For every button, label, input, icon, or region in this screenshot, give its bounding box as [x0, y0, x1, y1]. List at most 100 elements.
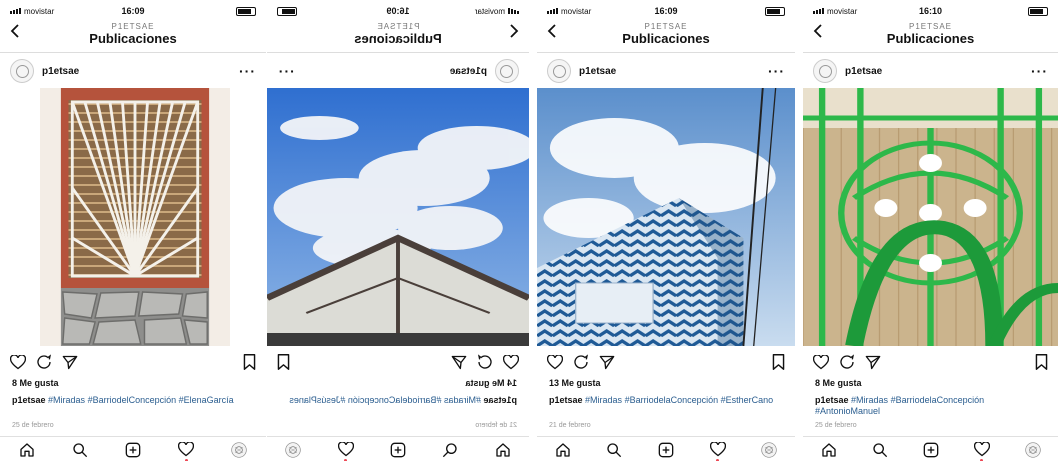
home-icon[interactable]	[821, 442, 837, 458]
post-photo[interactable]	[267, 88, 529, 346]
header-divider	[537, 52, 795, 53]
status-bar: movistar 16:09	[267, 4, 529, 18]
heart-icon[interactable]	[547, 354, 563, 370]
header-divider	[0, 52, 266, 53]
post-actions	[547, 352, 785, 372]
add-post-icon[interactable]	[390, 442, 406, 458]
paper-plane-icon[interactable]	[865, 355, 881, 370]
comment-icon[interactable]	[839, 354, 855, 370]
activity-heart-icon[interactable]	[973, 442, 990, 461]
post-caption: p1etsae #Miradas #BarriodelaConcepción #…	[549, 395, 785, 406]
more-dots-icon[interactable]: ···	[768, 63, 785, 79]
paper-plane-icon[interactable]	[62, 355, 78, 370]
profile-avatar-icon[interactable]	[761, 441, 777, 458]
nav-header: P1ETSAE Publicaciones	[0, 18, 266, 50]
avatar[interactable]	[547, 59, 571, 83]
activity-heart-icon[interactable]	[709, 442, 726, 461]
caption-username[interactable]: p1etsae	[815, 395, 849, 405]
home-icon[interactable]	[555, 442, 571, 458]
search-icon[interactable]	[606, 442, 622, 458]
more-dots-icon[interactable]: ···	[1031, 63, 1048, 79]
caption-username[interactable]: p1etsae	[483, 395, 517, 405]
bookmark-icon[interactable]	[243, 354, 256, 370]
header-subtitle: P1ETSAE	[644, 22, 688, 31]
chevron-left-icon[interactable]	[813, 24, 823, 38]
comment-icon[interactable]	[573, 354, 589, 370]
chevron-left-icon[interactable]	[509, 24, 519, 38]
post-photo[interactable]	[40, 88, 230, 346]
post-photo[interactable]	[803, 88, 1058, 346]
add-post-icon[interactable]	[923, 442, 939, 458]
search-icon[interactable]	[872, 442, 888, 458]
header-divider	[803, 52, 1058, 53]
signal-icon	[547, 7, 558, 14]
bookmark-icon[interactable]	[277, 354, 290, 370]
caption-hashtags[interactable]: #Miradas #BarriodelaConcepción #EstherCa…	[585, 395, 773, 405]
post-caption: p1etsae #Miradas #BarriodelConcepción #E…	[12, 395, 256, 406]
header-divider	[267, 52, 529, 53]
bookmark-icon[interactable]	[772, 354, 785, 370]
username[interactable]: p1etsae	[845, 66, 882, 77]
home-icon[interactable]	[19, 442, 35, 458]
battery-icon	[236, 6, 256, 16]
chevron-left-icon[interactable]	[10, 24, 20, 38]
header-subtitle: P1ETSAE	[376, 22, 420, 31]
search-icon[interactable]	[442, 442, 458, 458]
chevron-left-icon[interactable]	[547, 24, 557, 38]
carrier: movistar	[547, 7, 591, 16]
status-bar: movistar 16:09	[537, 4, 795, 18]
roof-sky-photo	[267, 88, 529, 346]
battery-icon	[765, 6, 785, 16]
activity-heart-icon[interactable]	[178, 442, 195, 461]
status-time: 16:09	[386, 6, 410, 16]
post-actions	[277, 352, 519, 372]
search-icon[interactable]	[72, 442, 88, 458]
caption-hashtags[interactable]: #Miradas #BarriodelaConcepción #JesúsPla…	[289, 395, 481, 405]
profile-avatar-icon[interactable]	[285, 441, 301, 458]
bookmark-icon[interactable]	[1035, 354, 1048, 370]
post-date: 25 de febrero	[815, 422, 857, 429]
profile-avatar-icon[interactable]	[231, 441, 248, 458]
avatar[interactable]	[10, 59, 34, 83]
header-subtitle: P1ETSAE	[908, 22, 952, 31]
profile-avatar-icon[interactable]	[1024, 441, 1041, 458]
post-header: p1etsae ···	[537, 58, 795, 84]
paper-plane-icon[interactable]	[451, 355, 467, 370]
more-dots-icon[interactable]: ···	[239, 63, 256, 79]
like-count[interactable]: 13 Me gusta	[549, 378, 601, 388]
post-photo[interactable]	[537, 88, 795, 346]
phone-screen-2: movistar 16:09 P1ETSAE Publicaciones p1e…	[267, 0, 529, 461]
add-post-icon[interactable]	[658, 442, 674, 458]
green-grille-photo	[803, 88, 1058, 346]
caption-username[interactable]: p1etsae	[12, 395, 46, 405]
status-bar: movistar 16:09	[0, 4, 266, 18]
activity-heart-icon[interactable]	[337, 442, 354, 461]
post-date: 25 de febrero	[12, 422, 54, 429]
heart-icon[interactable]	[503, 354, 519, 370]
username[interactable]: p1etsae	[42, 66, 79, 77]
avatar[interactable]	[495, 59, 519, 83]
like-count[interactable]: 8 Me gusta	[12, 378, 59, 388]
caption-username[interactable]: p1etsae	[549, 395, 583, 405]
heart-icon[interactable]	[813, 354, 829, 370]
carrier: movistar	[813, 7, 857, 16]
username[interactable]: p1etsae	[579, 66, 616, 77]
add-post-icon[interactable]	[125, 442, 141, 458]
caption-hashtags[interactable]: #Miradas #BarriodelConcepción #ElenaGarc…	[48, 395, 234, 405]
comment-icon[interactable]	[477, 354, 493, 370]
post-header: p1etsae ···	[803, 58, 1058, 84]
comment-icon[interactable]	[36, 354, 52, 370]
paper-plane-icon[interactable]	[599, 355, 615, 370]
avatar[interactable]	[813, 59, 837, 83]
heart-icon[interactable]	[10, 354, 26, 370]
header-subtitle: P1ETSAE	[111, 22, 155, 31]
like-count[interactable]: 8 Me gusta	[815, 378, 862, 388]
more-dots-icon[interactable]: ···	[277, 63, 294, 79]
like-count[interactable]: 14 Me gusta	[465, 378, 517, 388]
home-icon[interactable]	[495, 442, 511, 458]
battery-icon	[277, 6, 297, 16]
post-date: 21 de febrero	[475, 422, 517, 429]
page-title: Publicaciones	[886, 31, 975, 46]
tiled-building-photo	[537, 88, 795, 346]
username[interactable]: p1etsae	[450, 66, 487, 77]
